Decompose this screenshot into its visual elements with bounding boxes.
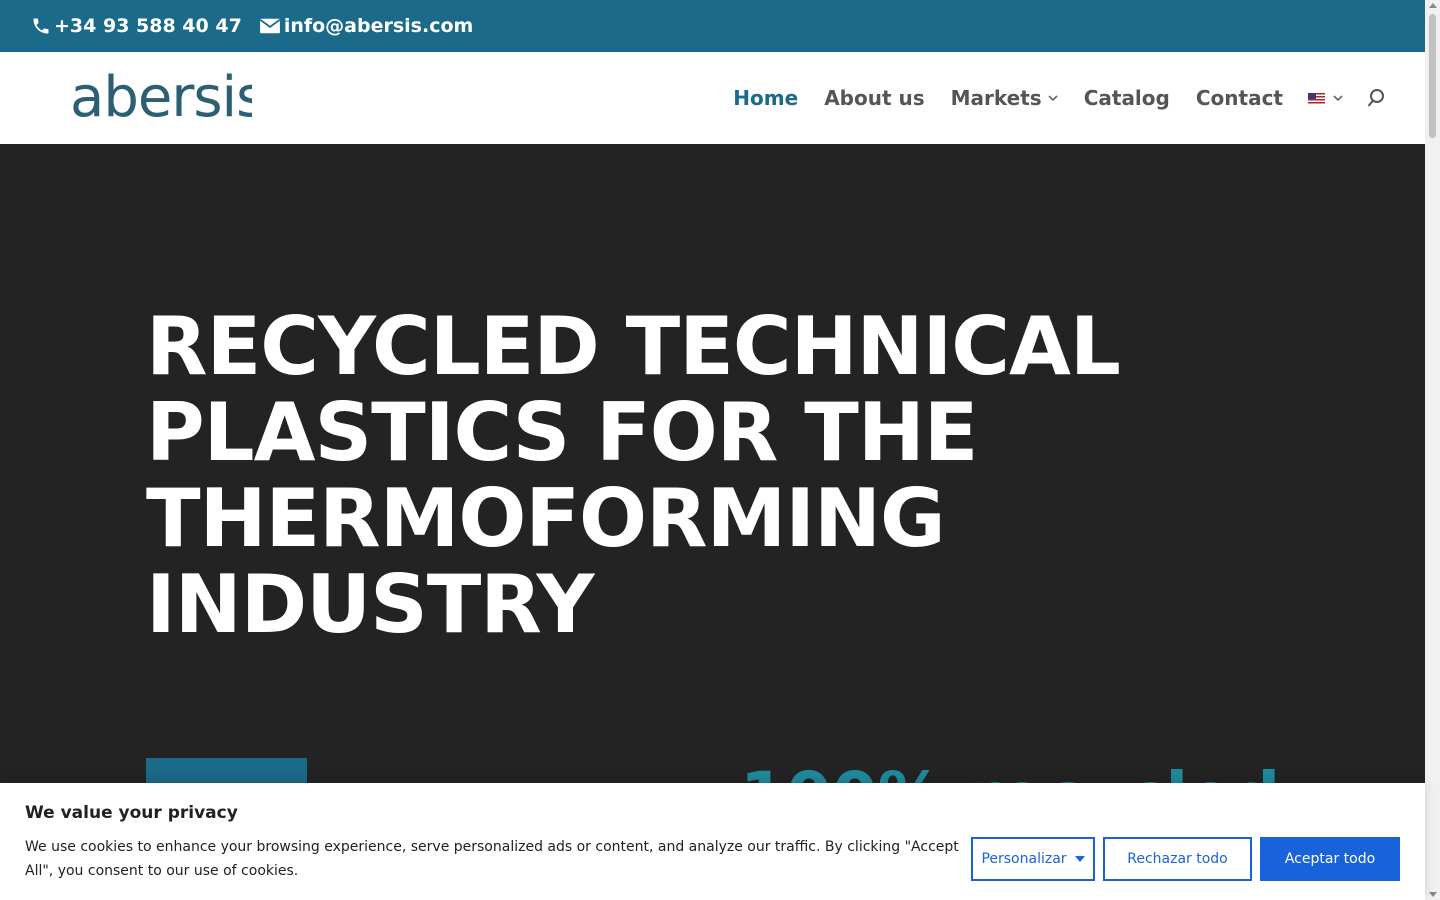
- nav-catalog[interactable]: Catalog: [1084, 86, 1170, 110]
- us-flag-icon: [1308, 92, 1325, 104]
- abersis-logo[interactable]: abersis: [70, 72, 252, 124]
- accept-all-button[interactable]: Aceptar todo: [1260, 837, 1400, 881]
- caret-down-icon: [1074, 856, 1085, 862]
- cookie-consent-banner: We value your privacy We use cookies to …: [0, 783, 1425, 900]
- customize-label: Personalizar: [981, 851, 1067, 867]
- mail-icon: [259, 18, 281, 34]
- site-header: abersis Home About us Markets Catalog Co…: [0, 52, 1425, 144]
- scrollbar-thumb[interactable]: [1429, 14, 1436, 138]
- nav-markets-label: Markets: [950, 86, 1042, 110]
- chevron-down-icon: [1333, 94, 1343, 101]
- nav-markets[interactable]: Markets: [951, 86, 1058, 110]
- scroll-up-arrow-icon[interactable]: [1429, 3, 1437, 8]
- language-switcher[interactable]: [1308, 92, 1343, 104]
- scroll-down-arrow-icon[interactable]: [1429, 892, 1437, 897]
- hero-title: RECYCLED TECHNICAL PLASTICS FOR THE THER…: [146, 300, 1121, 651]
- phone-icon: [33, 18, 49, 34]
- phone-link[interactable]: +34 93 588 40 47: [31, 15, 242, 37]
- search-icon: [1367, 89, 1384, 107]
- email-address: info@abersis.com: [283, 15, 474, 37]
- customize-button[interactable]: Personalizar: [971, 837, 1095, 881]
- nav-about-us[interactable]: About us: [824, 86, 924, 110]
- page-scrollbar[interactable]: [1425, 0, 1440, 900]
- cookie-text: We use cookies to enhance your browsing …: [25, 839, 959, 879]
- nav-contact[interactable]: Contact: [1196, 86, 1283, 110]
- main-nav: Home About us Markets Catalog Contact: [707, 52, 1385, 144]
- svg-text:abersis: abersis: [70, 72, 252, 124]
- nav-home[interactable]: Home: [733, 86, 798, 110]
- top-contact-bar: +34 93 588 40 47 info@abersis.com: [0, 0, 1425, 52]
- email-link[interactable]: info@abersis.com: [259, 15, 474, 37]
- cookie-heading: We value your privacy: [25, 803, 238, 823]
- search-button[interactable]: [1367, 88, 1385, 108]
- reject-all-button[interactable]: Rechazar todo: [1103, 837, 1252, 881]
- phone-number: +34 93 588 40 47: [54, 15, 242, 37]
- chevron-down-icon: [1048, 94, 1058, 101]
